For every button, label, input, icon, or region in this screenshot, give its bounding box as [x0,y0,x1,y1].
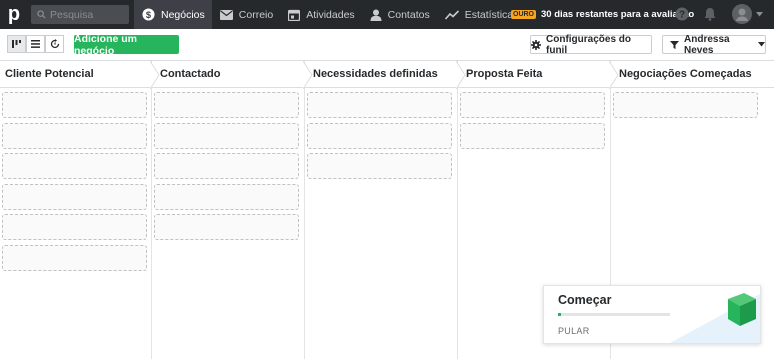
pipeline-toolbar: Adicione um negócio Configurações do fun… [0,29,774,60]
onboarding-widget[interactable]: Começar PULAR [543,285,761,344]
search-input[interactable] [50,8,120,21]
stage-header[interactable]: Contactado [152,61,313,89]
stage-header[interactable]: Necessidades definidas [305,61,466,89]
deal-card-placeholder[interactable] [307,122,452,149]
stage-title: Necessidades definidas [313,68,438,80]
stage-column: Necessidades definidas [305,61,466,359]
forecast-view-icon [50,39,59,49]
nav-item-label: Correio [238,8,274,21]
deal-card-placeholder[interactable] [154,214,299,240]
onboarding-progress-bar [558,313,670,316]
user-filter-dropdown[interactable]: Andressa Neves [662,33,766,56]
stage-title: Negociações Começadas [619,68,752,80]
trial-text: 30 dias restantes para a avaliação [541,9,695,20]
trial-notice[interactable]: OURO 30 dias restantes para a avaliação [511,0,694,29]
deal-card-placeholder[interactable] [613,92,758,118]
deal-card-placeholder[interactable] [460,122,605,149]
stage-header[interactable]: Proposta Feita [458,61,619,89]
pipeline-view-button[interactable] [7,35,26,53]
mail-icon [219,9,233,20]
stage-title: Proposta Feita [466,68,543,80]
top-navigation-bar: p $ Negócios Correio Atividades [0,0,774,29]
chevron-down-icon [758,39,765,50]
svg-text:$: $ [146,10,152,20]
search-icon [37,10,46,19]
bell-icon[interactable] [704,7,716,21]
onboarding-title: Começar [558,293,612,307]
deal-card-placeholder[interactable] [154,122,299,149]
deal-card-placeholder[interactable] [2,92,147,118]
stage-header[interactable]: Negociações Começadas [611,61,774,88]
nav-item-correio[interactable]: Correio [212,0,280,29]
chart-line-icon [444,9,459,20]
nav-item-label: Atividades [306,8,355,21]
forecast-view-button[interactable] [45,35,64,53]
nav-item-label: Negócios [161,8,205,21]
nav-item-atividades[interactable]: Atividades [280,0,361,29]
nav-item-label: Contatos [387,8,430,21]
list-view-icon [31,40,40,48]
deal-card-placeholder[interactable] [2,153,147,179]
user-filter-label: Andressa Neves [684,33,730,56]
stage-column: Cliente Potencial [0,61,160,359]
deal-card-placeholder[interactable] [2,214,147,240]
dollar-icon: $ [142,8,155,21]
deal-card-placeholder[interactable] [2,183,147,210]
calendar-icon [288,9,301,21]
skip-link[interactable]: PULAR [558,326,590,336]
deal-card-placeholder[interactable] [307,153,452,179]
pipeline-settings-label: Configurações do funil [546,33,632,56]
onboarding-progress-fill [558,313,562,316]
stage-header[interactable]: Cliente Potencial [0,61,160,89]
deal-card-placeholder[interactable] [2,244,147,271]
deal-card-placeholder[interactable] [154,92,299,118]
stage-column: Contactado [152,61,313,359]
deal-card-placeholder[interactable] [460,92,605,118]
deal-card-placeholder[interactable] [307,92,452,118]
deal-card-placeholder[interactable] [2,122,147,149]
pipedrive-logo[interactable]: p [0,0,28,29]
pipeline-settings-button[interactable]: Configurações do funil [530,33,652,56]
list-view-button[interactable] [26,35,45,53]
person-icon [370,9,382,21]
add-deal-button[interactable]: Adicione um negócio [74,33,179,57]
deal-card-placeholder[interactable] [154,183,299,210]
gear-icon [531,39,541,50]
stage-title: Contactado [160,68,221,80]
chevron-down-icon[interactable] [756,12,763,17]
pipeline-view-icon [12,40,21,48]
avatar-icon[interactable] [732,4,752,24]
nav-item-negocios[interactable]: $ Negócios [134,0,212,29]
stage-title: Cliente Potencial [5,68,94,80]
deal-card-placeholder[interactable] [154,153,299,179]
plan-badge: OURO [511,10,536,19]
filter-icon [670,40,679,49]
search-box[interactable] [31,5,129,24]
help-icon[interactable]: ? [675,7,689,21]
svg-text:?: ? [679,10,685,21]
nav-item-contatos[interactable]: Contatos [362,0,437,29]
